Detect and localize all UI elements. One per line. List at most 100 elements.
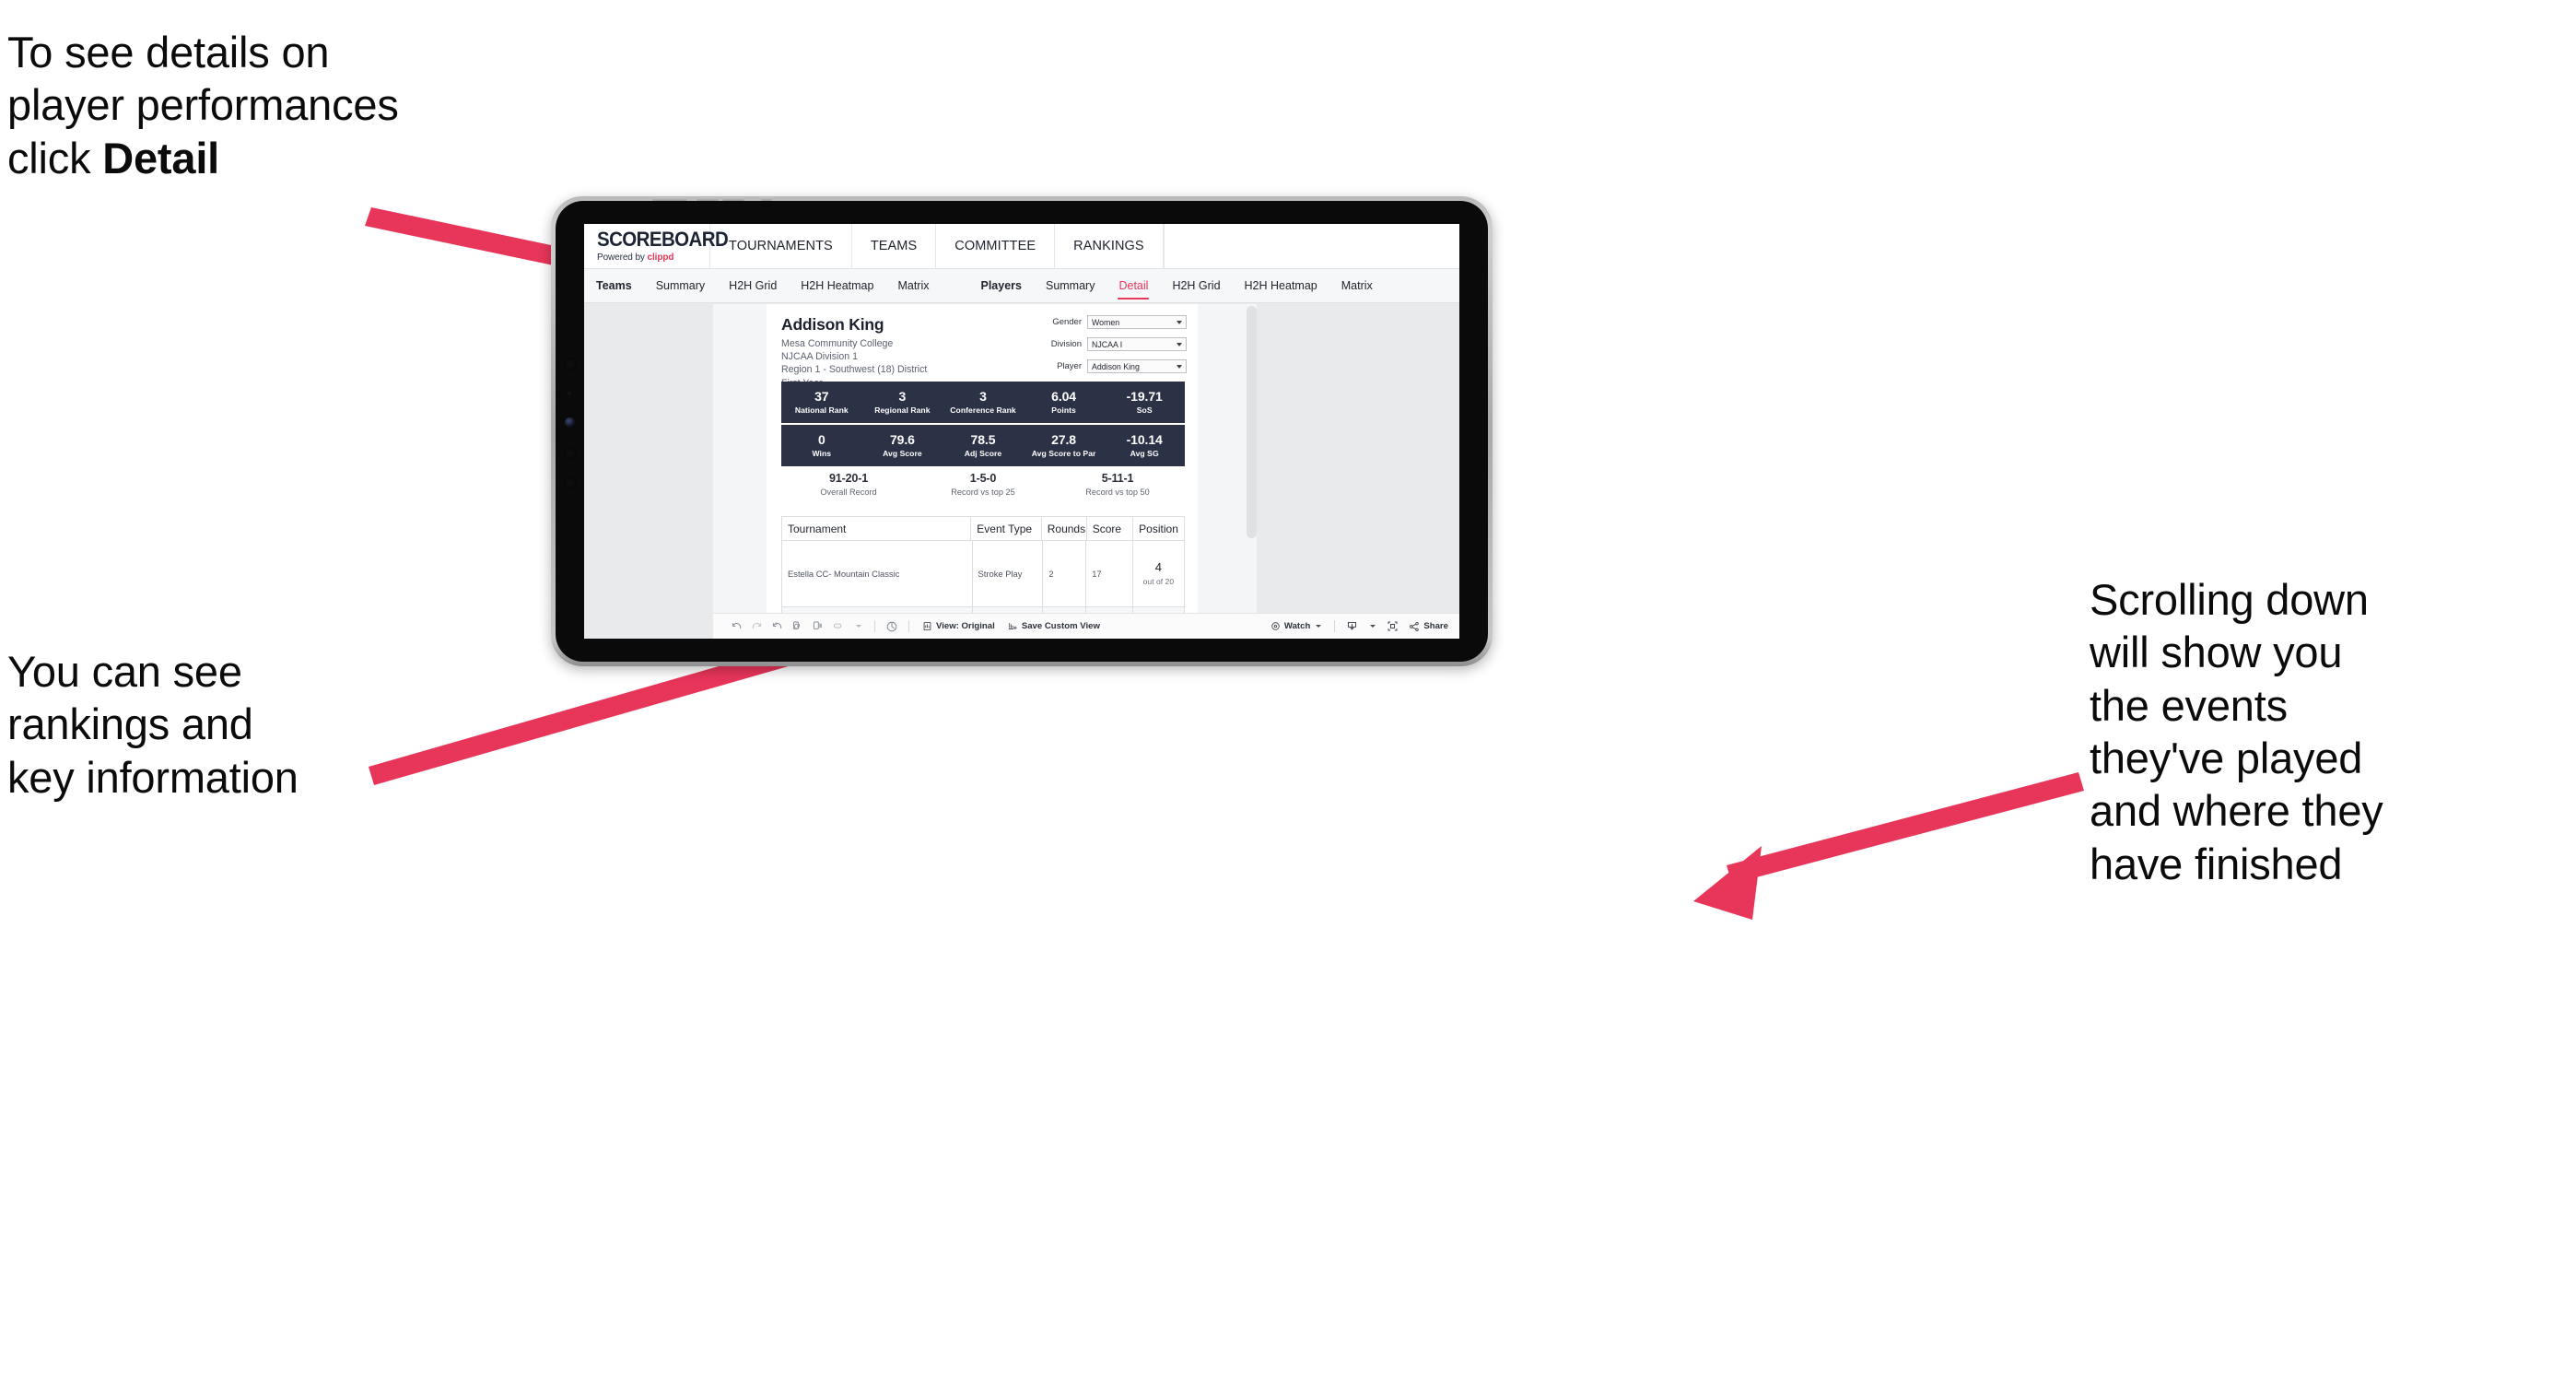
filter-selectors: Gender Women Division NJCAA I Player Add… bbox=[1032, 315, 1187, 382]
loop-icon[interactable] bbox=[827, 617, 848, 637]
save-custom-view-button[interactable]: Save Custom View bbox=[1001, 621, 1107, 631]
watch-button[interactable]: Watch bbox=[1264, 621, 1328, 631]
record-label: Record vs top 50 bbox=[1085, 487, 1150, 497]
nav-item-committee[interactable]: COMMITTEE bbox=[936, 224, 1056, 268]
filter-row-player: Player Addison King bbox=[1032, 359, 1187, 373]
save-view-icon bbox=[1008, 623, 1017, 630]
tab-teams-summary[interactable]: Summary bbox=[644, 269, 717, 302]
stats-band-rankings: 37 National Rank 3 Regional Rank 3 Confe… bbox=[781, 382, 1185, 423]
stat-value: 0 bbox=[817, 431, 825, 447]
revert-icon[interactable] bbox=[767, 617, 787, 637]
filter-row-gender: Gender Women bbox=[1032, 315, 1187, 329]
pause-refresh-icon[interactable] bbox=[882, 617, 902, 637]
player-school: Mesa Community College bbox=[781, 338, 894, 349]
stat-value: 6.04 bbox=[1051, 388, 1076, 404]
pause-data-icon[interactable] bbox=[807, 617, 827, 637]
top-navigation-bar: SCOREBOARD Powered by clippd TOURNAMENTS… bbox=[584, 224, 1459, 269]
record-value: 5-11-1 bbox=[1101, 472, 1134, 485]
stat-value: 78.5 bbox=[970, 431, 996, 447]
stat-avg-sg: -10.14 Avg SG bbox=[1104, 431, 1185, 459]
stat-label: Avg Score bbox=[883, 449, 922, 459]
tab-teams-h2h-grid[interactable]: H2H Grid bbox=[717, 269, 789, 302]
watch-label: Watch bbox=[1283, 621, 1311, 631]
records-row: 91-20-1 Overall Record 1-5-0 Record vs t… bbox=[781, 472, 1185, 509]
loop-dropdown-caret-icon[interactable] bbox=[848, 617, 868, 637]
nav-item-teams[interactable]: TEAMS bbox=[852, 224, 937, 268]
record-overall: 91-20-1 Overall Record bbox=[781, 472, 916, 497]
stat-label: Avg Score to Par bbox=[1031, 449, 1096, 459]
filter-row-division: Division NJCAA I bbox=[1032, 337, 1187, 351]
tablet-mic-dot bbox=[564, 447, 577, 460]
stat-national-rank: 37 National Rank bbox=[781, 389, 862, 416]
toolbar-divider bbox=[908, 620, 909, 632]
tab-players[interactable]: Players bbox=[969, 269, 1034, 302]
table-row[interactable]: Estella CC- Mountain Classic Stroke Play… bbox=[781, 541, 1185, 607]
watch-icon bbox=[1271, 622, 1280, 630]
tablet-screen: SCOREBOARD Powered by clippd TOURNAMENTS… bbox=[584, 224, 1459, 639]
column-header-score: Score bbox=[1087, 517, 1134, 540]
gender-select[interactable]: Women bbox=[1087, 315, 1187, 329]
stat-sos: -19.71 SoS bbox=[1104, 388, 1185, 416]
column-header-position: Position bbox=[1139, 522, 1178, 535]
share-icon bbox=[1410, 621, 1420, 631]
sub-tab-bar: Teams Summary H2H Grid H2H Heatmap Matri… bbox=[584, 269, 1459, 303]
record-value: 91-20-1 bbox=[828, 472, 868, 485]
tablet-sensor-dot bbox=[568, 392, 571, 395]
player-header: Addison King Mesa Community College NJCA… bbox=[767, 310, 1198, 389]
undo-icon[interactable] bbox=[726, 617, 746, 637]
download-icon[interactable] bbox=[1341, 617, 1362, 637]
player-division: NJCAA Division 1 bbox=[781, 351, 859, 363]
tab-teams-h2h-heatmap[interactable]: H2H Heatmap bbox=[789, 269, 885, 302]
record-label: Record vs top 25 bbox=[951, 487, 1015, 497]
stats-band-performance: 0 Wins 79.6 Avg Score 78.5 Adj Score 27.… bbox=[781, 425, 1185, 466]
column-header-rounds: Rounds bbox=[1042, 517, 1087, 540]
tablet-top-button-1 bbox=[652, 197, 687, 201]
tab-players-h2h-heatmap[interactable]: H2H Heatmap bbox=[1233, 269, 1329, 302]
download-caret-icon[interactable] bbox=[1362, 617, 1382, 637]
tournaments-table: Tournament Event Type Rounds Score Posit… bbox=[781, 516, 1185, 639]
redo-icon[interactable] bbox=[746, 617, 767, 637]
tablet-top-button-4 bbox=[761, 197, 772, 201]
nav-item-rankings[interactable]: RANKINGS bbox=[1055, 224, 1164, 268]
view-original-button[interactable]: View: Original bbox=[916, 621, 1001, 631]
stat-label: Wins bbox=[812, 449, 832, 459]
dashboard-canvas: Addison King Mesa Community College NJCA… bbox=[584, 304, 1459, 639]
fullscreen-icon[interactable] bbox=[1382, 617, 1402, 637]
brand-subtitle: Powered by clippd bbox=[597, 253, 709, 263]
stat-conference-rank: 3 Conference Rank bbox=[943, 389, 1024, 415]
tab-teams[interactable]: Teams bbox=[584, 269, 644, 302]
tablet-device: SCOREBOARD Powered by clippd TOURNAMENTS… bbox=[551, 196, 1493, 666]
brand-logo[interactable]: SCOREBOARD Powered by clippd bbox=[584, 224, 729, 268]
tab-group-players: Players Summary Detail H2H Grid H2H Heat… bbox=[969, 269, 1385, 302]
annotation-click-detail: To see details on player performances cl… bbox=[7, 26, 652, 184]
stat-label: SoS bbox=[1136, 405, 1153, 416]
brand-clippd-name: clippd bbox=[647, 253, 674, 263]
tab-players-h2h-grid[interactable]: H2H Grid bbox=[1160, 269, 1232, 302]
record-value: 1-5-0 bbox=[969, 472, 997, 485]
vertical-scrollbar[interactable] bbox=[1247, 306, 1257, 538]
stat-points: 6.04 Points bbox=[1024, 388, 1105, 415]
annotation-scrolling-down: Scrolling down will show you the events … bbox=[2090, 575, 2383, 888]
column-header-event-type: Event Type bbox=[971, 517, 1042, 540]
stat-value: -10.14 bbox=[1126, 431, 1163, 447]
stat-regional-rank: 3 Regional Rank bbox=[862, 389, 943, 415]
tab-players-detail[interactable]: Detail bbox=[1107, 269, 1160, 302]
tab-teams-matrix[interactable]: Matrix bbox=[885, 269, 941, 302]
tablet-sensor-dot-2 bbox=[564, 476, 577, 489]
player-select[interactable]: Addison King bbox=[1087, 359, 1187, 373]
view-original-label: View: Original bbox=[936, 621, 995, 631]
tab-players-matrix[interactable]: Matrix bbox=[1329, 269, 1385, 302]
refresh-data-icon[interactable] bbox=[787, 617, 807, 637]
nav-item-tournaments[interactable]: TOURNAMENTS bbox=[710, 224, 852, 268]
position-value: 4 bbox=[1154, 560, 1162, 575]
tab-players-summary[interactable]: Summary bbox=[1034, 269, 1107, 302]
division-select[interactable]: NJCAA I bbox=[1087, 337, 1187, 351]
annotation-click-detail-bold: Detail bbox=[102, 133, 220, 182]
player-region: Region 1 - Southwest (18) District bbox=[781, 364, 928, 376]
gender-label: Gender bbox=[1052, 317, 1082, 327]
stat-label: Avg SG bbox=[1130, 449, 1159, 459]
stat-label: National Rank bbox=[794, 405, 849, 416]
share-button[interactable]: Share bbox=[1402, 621, 1459, 632]
table-header-row: Tournament Event Type Rounds Score Posit… bbox=[781, 516, 1185, 541]
stat-value: -19.71 bbox=[1126, 388, 1163, 404]
